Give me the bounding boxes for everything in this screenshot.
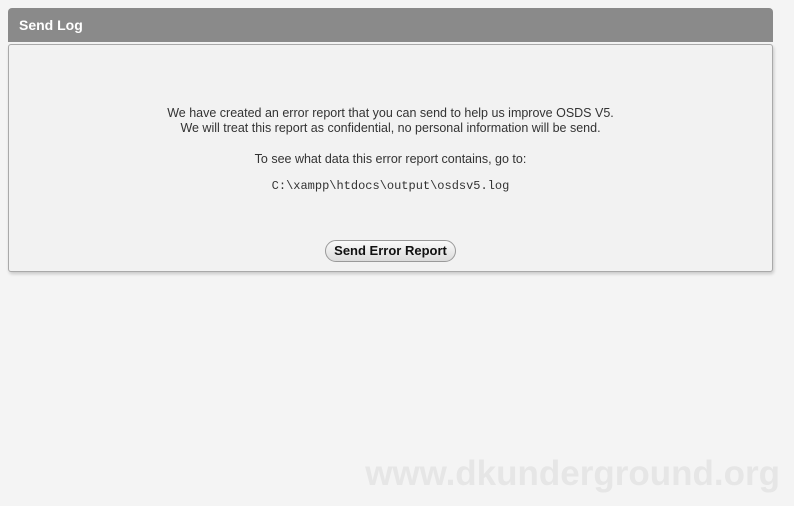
send-log-panel: Send Log We have created an error report…	[8, 8, 773, 272]
error-report-message: We have created an error report that you…	[9, 45, 772, 136]
watermark: www.dkunderground.org	[365, 454, 780, 493]
message-line-1: We have created an error report that you…	[167, 106, 614, 120]
send-error-report-button[interactable]: Send Error Report	[325, 240, 456, 262]
log-file-path: C:\xampp\htdocs\output\osdsv5.log	[271, 179, 510, 193]
panel-title: Send Log	[8, 8, 773, 42]
panel-body: We have created an error report that you…	[8, 44, 773, 272]
message-line-2: We will treat this report as confidentia…	[180, 121, 601, 135]
see-data-text: To see what data this error report conta…	[254, 152, 527, 166]
